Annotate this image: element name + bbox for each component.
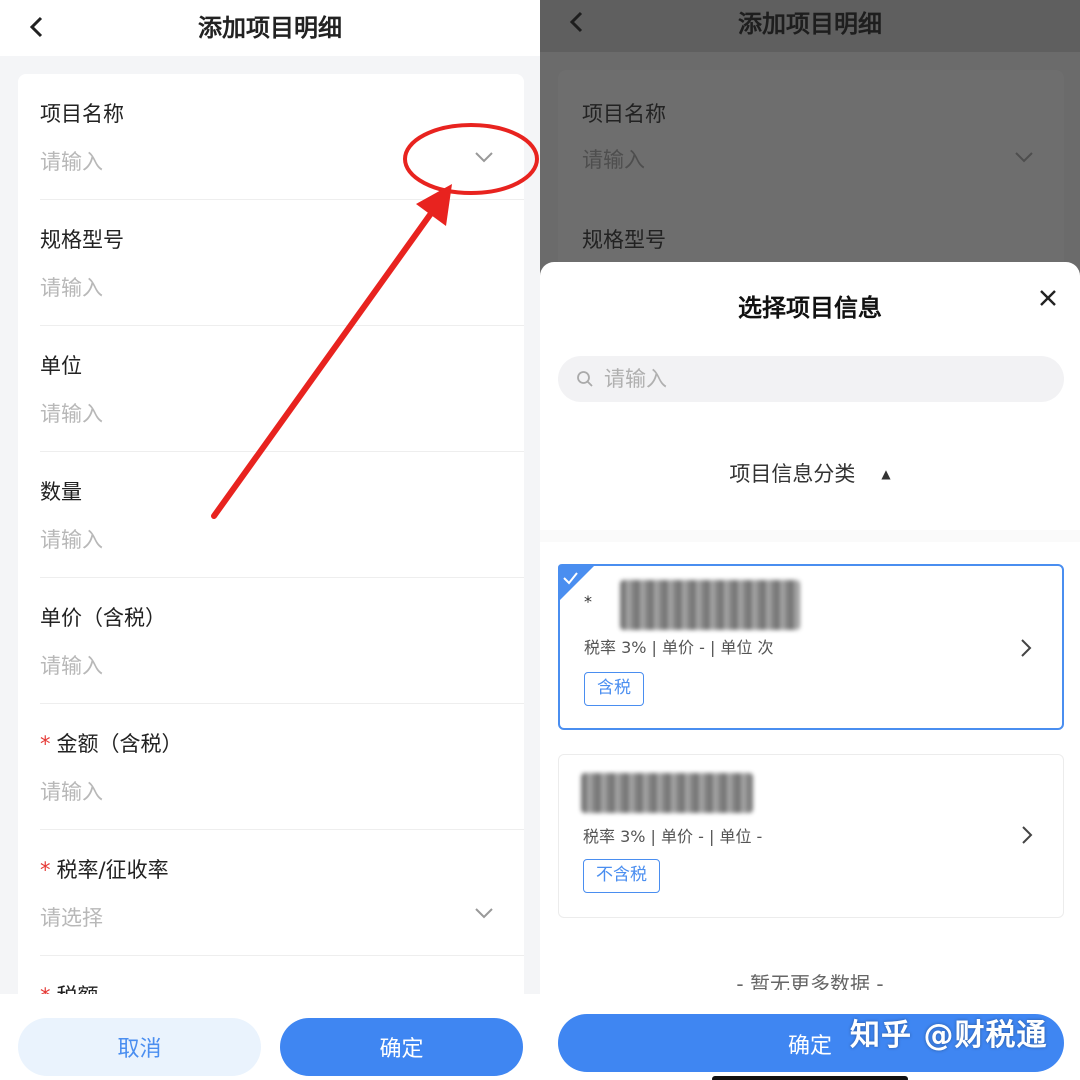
confirm-label: 确定 [788,1034,833,1059]
field-quantity[interactable]: 数量 请输入 [40,452,524,578]
chevron-down-icon [1015,152,1033,163]
triangle-up-icon: ▲ [881,467,891,481]
left-screen: 添加项目明细 项目名称 请输入 规格型号 请输入 单位 请输入 数量 请输入 单… [0,0,540,1080]
item-info: 税率 3% | 单价 - | 单位 - [583,827,763,846]
tax-tag: 含税 [584,672,644,706]
bottom-bar: 取消 确定 [0,994,540,1080]
field-label: * 金额（含税） [40,732,183,756]
redacted-name [620,580,800,630]
chevron-right-icon[interactable] [1020,638,1032,658]
chevron-right-icon[interactable] [1021,825,1033,845]
search-input[interactable] [604,364,1044,394]
required-mark: * [40,732,51,756]
form-card-dimmed: 项目名称 请输入 规格型号 [558,70,1064,270]
tax-tag: 不含税 [583,859,660,893]
field-label: 项目名称 [40,102,124,126]
field-unit-price[interactable]: 单价（含税） 请输入 [40,578,524,704]
category-filter[interactable]: 项目信息分类 ▲ [540,458,1080,488]
home-indicator [712,1076,908,1080]
close-icon[interactable] [1038,288,1058,308]
form-card: 项目名称 请输入 规格型号 请输入 单位 请输入 数量 请输入 单价（含税） 请… [18,74,524,1034]
cancel-button[interactable]: 取消 [18,1018,261,1076]
search-icon [577,371,593,387]
field-label: 单价（含税） [40,606,166,630]
item-card[interactable]: 税率 3% | 单价 - | 单位 - 不含税 [558,754,1064,918]
chevron-down-icon[interactable] [474,906,494,920]
page-title: 添加项目明细 [198,14,342,42]
category-label: 项目信息分类 [729,462,856,486]
bottom-bar: 确定 知乎 @财税通 [540,990,1080,1080]
right-screen: 添加项目明细 项目名称 请输入 规格型号 选择项目信息 项目信息分类 ▲ [540,0,1080,1080]
page-title: 添加项目明细 [738,10,882,38]
field-placeholder[interactable]: 请选择 [40,902,103,932]
nav-bar-dimmed: 添加项目明细 [540,0,1080,52]
nav-bar: 添加项目明细 [0,0,540,56]
confirm-button[interactable]: 确定 [280,1018,523,1076]
select-item-sheet: 选择项目信息 项目信息分类 ▲ * 税率 3% | 单价 - | 单位 次 含税 [540,262,1080,1080]
field-placeholder[interactable]: 请输入 [40,650,103,680]
field-placeholder[interactable]: 请输入 [40,776,103,806]
field-placeholder[interactable]: 请输入 [40,398,103,428]
divider [540,530,1080,542]
field-unit[interactable]: 单位 请输入 [40,326,524,452]
field-label: 单位 [40,354,82,378]
redacted-name [581,773,753,813]
item-prefix: * [584,592,592,611]
field-label: * 税率/征收率 [40,858,169,882]
field-placeholder: 请输入 [582,148,645,172]
field-project-name[interactable]: 项目名称 请输入 [40,74,524,200]
field-spec-model[interactable]: 规格型号 请输入 [40,200,524,326]
field-placeholder[interactable]: 请输入 [40,146,103,176]
item-card-selected[interactable]: * 税率 3% | 单价 - | 单位 次 含税 [558,564,1064,730]
item-info: 税率 3% | 单价 - | 单位 次 [584,638,774,657]
chevron-down-icon[interactable] [474,150,494,164]
watermark: 知乎 @财税通 [850,1018,1048,1053]
field-amount[interactable]: * 金额（含税） 请输入 [40,704,524,830]
search-bar[interactable] [558,356,1064,402]
sheet-title: 选择项目信息 [738,294,882,322]
field-placeholder[interactable]: 请输入 [40,272,103,302]
field-label: 规格型号 [40,228,124,252]
field-placeholder[interactable]: 请输入 [40,524,103,554]
field-label: 项目名称 [582,102,666,126]
required-mark: * [40,858,51,882]
field-label: 规格型号 [582,228,666,252]
field-tax-rate[interactable]: * 税率/征收率 请选择 [40,830,524,956]
field-label: 数量 [40,480,82,504]
